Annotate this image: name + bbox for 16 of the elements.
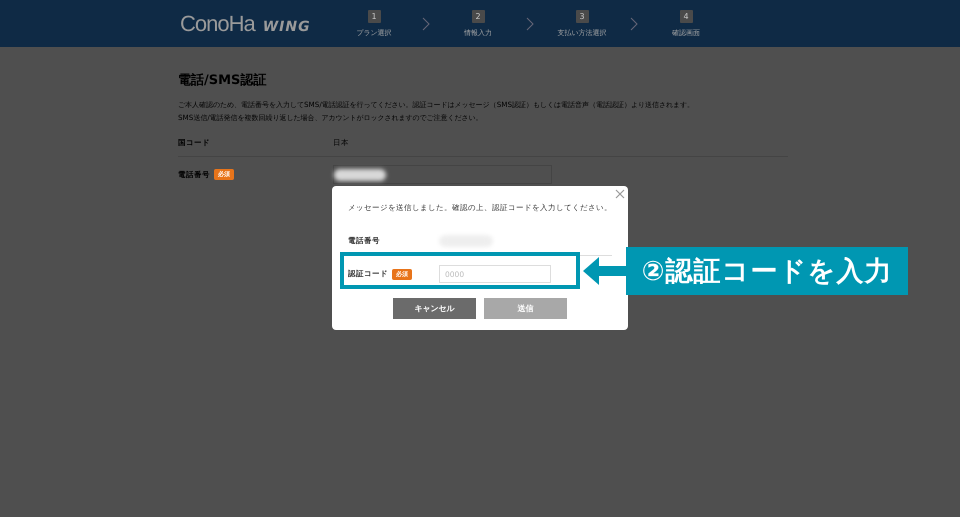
chevron-icon	[422, 16, 430, 30]
chevron-icon	[526, 16, 534, 30]
step-number: 1	[368, 10, 380, 22]
step-number: 3	[576, 10, 588, 22]
logo-text: ConoHa	[180, 10, 255, 36]
step-number: 4	[680, 10, 692, 22]
phone-input-field[interactable]	[333, 165, 552, 184]
step-number: 2	[472, 10, 484, 22]
page-title: 電話/SMS認証	[178, 72, 268, 89]
callout-label: ②認証コードを入力	[626, 247, 908, 295]
cancel-button[interactable]: キャンセル	[393, 298, 476, 319]
chevron-icon	[630, 16, 638, 30]
arrow-icon	[583, 256, 627, 286]
close-icon[interactable]	[615, 189, 625, 199]
blurred-value	[334, 168, 386, 180]
logo-subtext: WING	[262, 18, 311, 34]
